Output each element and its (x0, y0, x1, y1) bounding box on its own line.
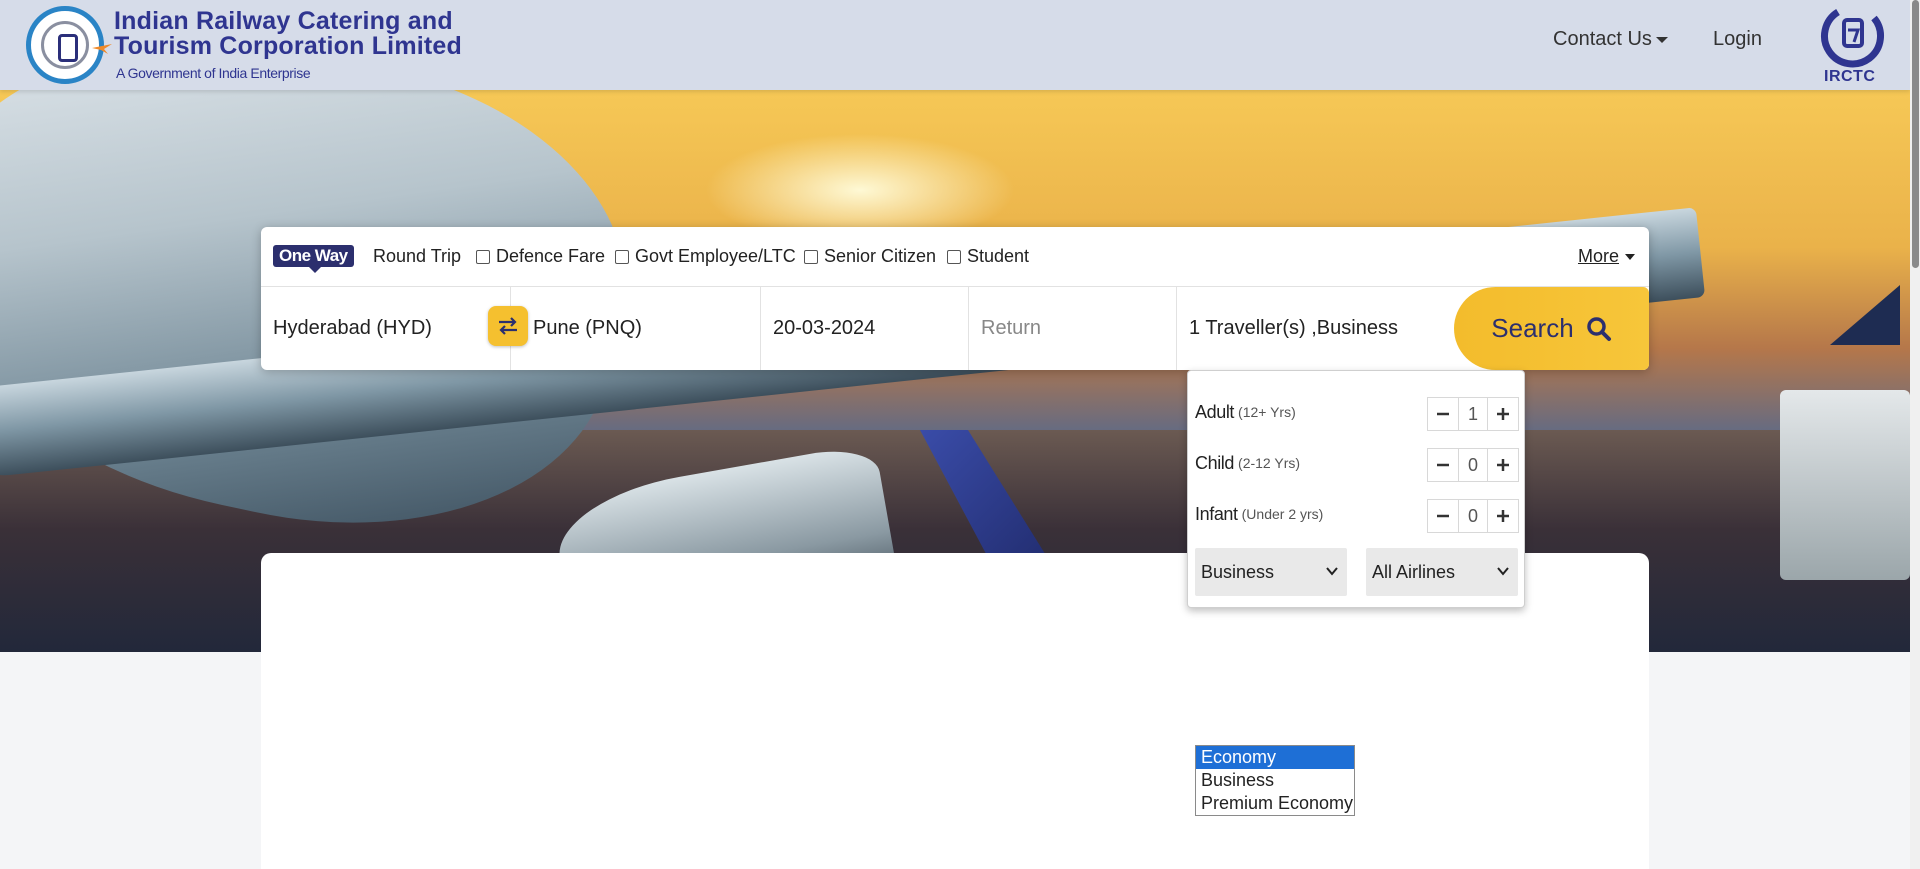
brand-line-2: Tourism Corporation Limited (114, 32, 462, 60)
senior-citizen-checkbox[interactable] (804, 249, 818, 264)
more-label: More (1577, 246, 1619, 266)
govt-employee-option[interactable]: Govt Employee/LTC (615, 246, 796, 267)
child-count: 0 (1458, 449, 1488, 481)
chevron-down-icon (1497, 567, 1509, 576)
plus-icon (1497, 510, 1509, 522)
swap-arrows-icon (499, 317, 517, 335)
child-row: Child (2-12 Yrs) 0 (1195, 446, 1519, 482)
child-age-note: (2-12 Yrs) (1238, 455, 1301, 471)
defence-fare-checkbox[interactable] (476, 249, 490, 264)
child-stepper: 0 (1427, 448, 1519, 482)
infant-stepper: 0 (1427, 499, 1519, 533)
airline-select[interactable]: All Airlines (1366, 548, 1518, 596)
defence-fare-option[interactable]: Defence Fare (476, 246, 605, 267)
traveller-dropdown: Adult (12+ Yrs) 1 Child (2-12 Yrs) 0 Inf… (1187, 370, 1525, 608)
irctc-brand-logo[interactable]: Indian Railway Catering and Tourism Corp… (26, 6, 462, 84)
class-option-economy[interactable]: Economy (1196, 746, 1354, 769)
minus-icon (1437, 514, 1449, 518)
adult-label: Adult (1195, 401, 1235, 422)
origin-field[interactable]: Hyderabad (HYD) (261, 287, 511, 370)
round-trip-tab[interactable]: Round Trip (373, 246, 461, 267)
cabin-class-select[interactable]: Business (1195, 548, 1347, 596)
flight-search-card: One Way Round Trip Defence Fare Govt Emp… (261, 227, 1649, 370)
cabin-class-options: Economy Business Premium Economy (1195, 745, 1355, 816)
page-scrollbar[interactable] (1910, 0, 1920, 869)
class-option-business[interactable]: Business (1196, 769, 1354, 792)
infant-age-note: (Under 2 yrs) (1241, 506, 1324, 522)
contact-us-menu[interactable]: Contact Us (1553, 28, 1668, 51)
govt-employee-checkbox[interactable] (615, 249, 629, 264)
infant-row: Infant (Under 2 yrs) 0 (1195, 497, 1519, 533)
senior-citizen-label: Senior Citizen (824, 246, 937, 266)
irctc-mark-icon (1821, 9, 1884, 68)
irctc-logo-text: IRCTC (1824, 68, 1876, 85)
infant-plus-button[interactable] (1488, 500, 1518, 532)
child-minus-button[interactable] (1428, 449, 1458, 481)
swap-cities-button[interactable] (488, 306, 528, 346)
irctc-logo[interactable]: IRCTC (1818, 4, 1888, 88)
destination-field[interactable]: Pune (PNQ) (511, 287, 761, 370)
govt-employee-label: Govt Employee/LTC (635, 246, 796, 266)
search-icon (1586, 316, 1611, 341)
infant-count: 0 (1458, 500, 1488, 532)
departure-date-field[interactable]: 20-03-2024 (761, 287, 969, 370)
travellers-field[interactable]: 1 Traveller(s) ,Business (1177, 287, 1467, 370)
defence-fare-label: Defence Fare (496, 246, 606, 266)
plus-icon (1497, 408, 1509, 420)
adult-row: Adult (12+ Yrs) 1 (1195, 395, 1519, 431)
child-plus-button[interactable] (1488, 449, 1518, 481)
site-header: Indian Railway Catering and Tourism Corp… (0, 0, 1910, 90)
one-way-tab[interactable]: One Way (273, 245, 354, 273)
adult-minus-button[interactable] (1428, 398, 1458, 430)
contact-us-label: Contact Us (1553, 28, 1652, 50)
adult-count: 1 (1458, 398, 1488, 430)
adult-stepper: 1 (1427, 397, 1519, 431)
adult-age-note: (12+ Yrs) (1238, 404, 1296, 420)
infant-label: Infant (1195, 503, 1238, 524)
caret-down-icon (1655, 36, 1668, 43)
plus-icon (1497, 459, 1509, 471)
chevron-down-icon (1326, 567, 1338, 576)
child-label: Child (1195, 452, 1235, 473)
brand-line-1: Indian Railway Catering and (114, 7, 453, 35)
brand-text: Indian Railway Catering and Tourism Corp… (114, 7, 462, 82)
minus-icon (1437, 412, 1449, 416)
caret-down-icon (1625, 254, 1635, 261)
airline-value: All Airlines (1372, 561, 1456, 582)
student-option[interactable]: Student (947, 246, 1029, 267)
search-button-label: Search (1491, 313, 1574, 343)
login-link[interactable]: Login (1713, 28, 1762, 51)
cabin-class-value: Business (1201, 561, 1275, 582)
plane-icon (92, 44, 112, 54)
search-fields-row: Hyderabad (HYD) Pune (PNQ) 20-03-2024 Re… (261, 287, 1649, 370)
class-option-premium-economy[interactable]: Premium Economy (1196, 792, 1354, 815)
trip-type-row: One Way Round Trip Defence Fare Govt Emp… (261, 227, 1649, 287)
senior-citizen-option[interactable]: Senior Citizen (804, 246, 936, 267)
more-options-menu[interactable]: More (1578, 246, 1635, 267)
adult-plus-button[interactable] (1488, 398, 1518, 430)
scrollbar-thumb[interactable] (1912, 0, 1919, 268)
brand-subtitle: A Government of India Enterprise (116, 65, 311, 81)
minus-icon (1437, 463, 1449, 467)
search-button[interactable]: Search (1454, 287, 1649, 370)
infant-minus-button[interactable] (1428, 500, 1458, 532)
student-checkbox[interactable] (947, 249, 961, 264)
student-label: Student (967, 246, 1030, 266)
return-date-field[interactable]: Return (969, 287, 1177, 370)
